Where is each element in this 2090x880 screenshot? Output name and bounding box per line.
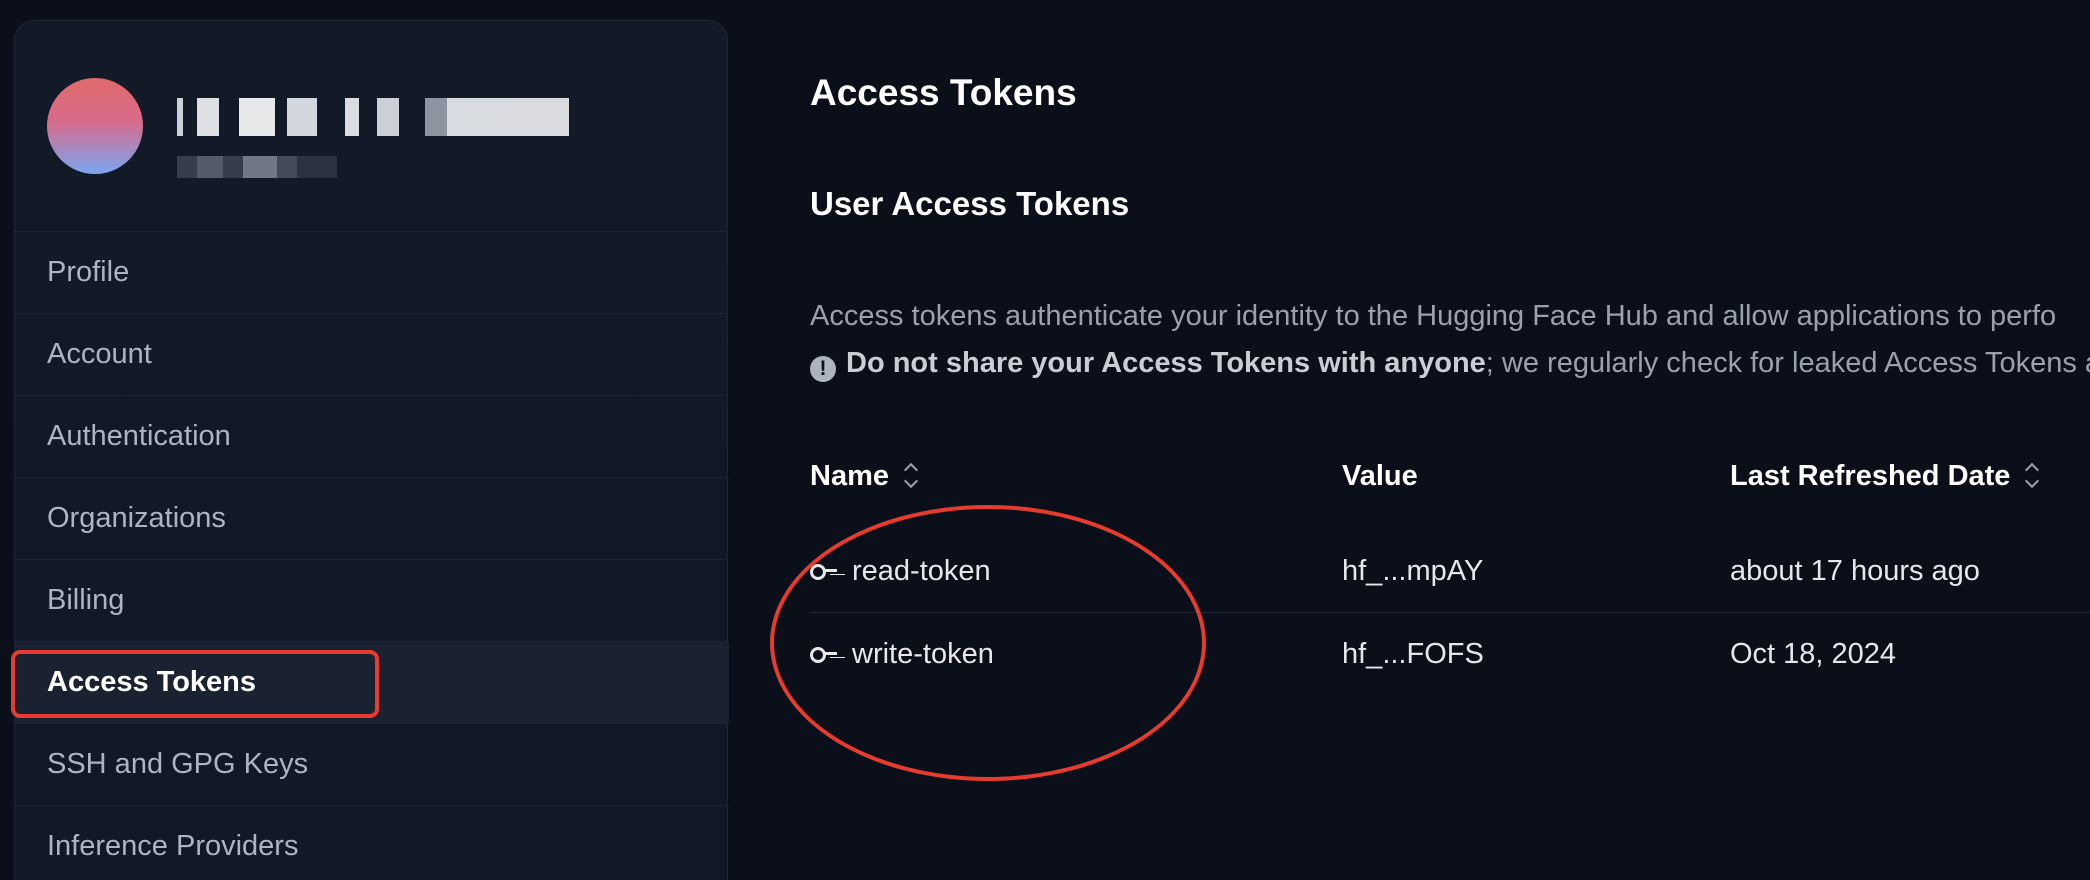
sort-icon[interactable] <box>2024 461 2040 491</box>
token-name: write-token <box>852 637 994 670</box>
settings-sidebar: Profile Account Authentication Organizat… <box>11 20 729 880</box>
token-name-cell[interactable]: write-token <box>810 613 994 695</box>
warning-bold-2: Access Tokens <box>1101 347 1311 379</box>
token-last-refreshed: Oct 18, 2024 <box>1730 637 1897 670</box>
sidebar-item-ssh-gpg-keys[interactable]: SSH and GPG Keys <box>15 723 729 805</box>
redacted-username <box>177 98 569 136</box>
warning-bold-3: with anyone <box>1310 347 1486 379</box>
key-icon <box>810 563 838 580</box>
sidebar-item-access-tokens[interactable]: Access Tokens <box>11 641 729 723</box>
column-header-label: Name <box>810 459 889 492</box>
sidebar-item-label: Account <box>47 338 152 370</box>
annotation-highlight-box <box>11 650 379 718</box>
description: Access tokens authenticate your identity… <box>810 293 2090 387</box>
main-content: Access Tokens User Access Tokens Access … <box>810 0 2090 880</box>
sidebar-item-authentication[interactable]: Authentication <box>15 395 729 477</box>
key-icon <box>810 646 838 663</box>
user-profile-header <box>47 78 687 188</box>
avatar[interactable] <box>47 78 143 174</box>
token-last-refreshed: about 17 hours ago <box>1730 554 1980 587</box>
column-header-name[interactable]: Name <box>810 448 919 504</box>
table-row: read-token hf_...mpAY about 17 hours ago <box>810 530 2090 613</box>
sidebar-item-label: Organizations <box>47 502 226 534</box>
sidebar-item-label: Authentication <box>47 420 231 452</box>
table-row: write-token hf_...FOFS Oct 18, 2024 <box>810 613 2090 695</box>
description-text: Access tokens authenticate your identity… <box>810 300 2057 332</box>
redacted-fullname <box>177 156 337 178</box>
column-header-last-refreshed[interactable]: Last Refreshed Date <box>1730 448 2040 504</box>
sidebar-item-label: Billing <box>47 584 125 616</box>
sidebar-item-inference-providers[interactable]: Inference Providers <box>15 805 729 880</box>
token-value: hf_...mpAY <box>1342 554 1484 587</box>
warning-line: ! Do not share your Access Tokens with an… <box>810 340 2090 387</box>
sidebar-item-label: SSH and GPG Keys <box>47 748 309 780</box>
column-header-label: Value <box>1342 459 1418 492</box>
exclamation-circle-icon: ! <box>810 356 836 382</box>
token-value: hf_...FOFS <box>1342 637 1484 670</box>
sidebar-item-profile[interactable]: Profile <box>15 231 729 313</box>
sidebar-item-account[interactable]: Account <box>15 313 729 395</box>
sidebar-item-label: Inference Providers <box>47 830 299 862</box>
column-header-label: Last Refreshed Date <box>1730 459 2011 492</box>
warning-rest: ; we regularly check for leaked Access T… <box>1485 347 2090 379</box>
settings-nav: Profile Account Authentication Organizat… <box>11 231 729 880</box>
page-title: Access Tokens <box>810 72 1077 113</box>
sort-icon[interactable] <box>903 461 919 491</box>
sidebar-item-billing[interactable]: Billing <box>15 559 729 641</box>
sidebar-item-label: Profile <box>47 256 130 288</box>
section-title: User Access Tokens <box>810 185 1130 222</box>
token-name-cell[interactable]: read-token <box>810 530 991 612</box>
sidebar-item-organizations[interactable]: Organizations <box>15 477 729 559</box>
token-name: read-token <box>852 554 991 587</box>
settings-page: Profile Account Authentication Organizat… <box>0 0 2090 880</box>
column-header-value: Value <box>1342 448 1418 504</box>
warning-bold-1: Do not share your <box>846 347 1102 379</box>
